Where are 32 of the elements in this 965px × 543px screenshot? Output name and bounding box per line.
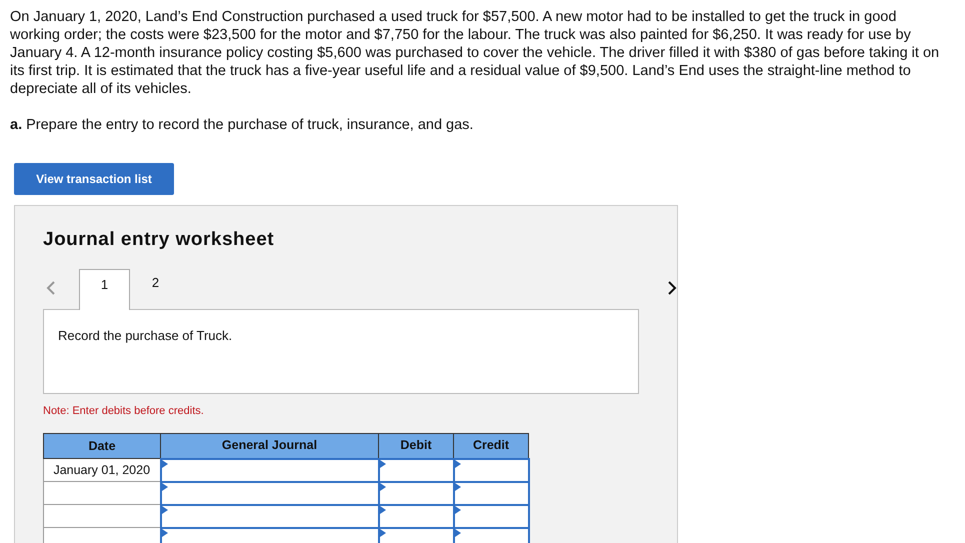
entry-field[interactable] [160,458,378,482]
step-tab[interactable]: 2 [130,268,181,308]
corner-marker-icon [162,460,168,468]
corner-marker-icon [162,506,168,514]
corner-marker-icon [454,482,460,490]
entry-field[interactable] [160,482,378,504]
corner-marker-icon [380,528,386,536]
chevron-right-icon[interactable] [668,280,677,294]
step-tab[interactable]: 1 [79,268,130,310]
corner-marker-icon [380,460,386,468]
column-header: Date [44,434,160,458]
entry-field[interactable] [378,458,454,482]
corner-marker-icon [454,506,460,514]
column-header: Credit [454,434,528,458]
instruction-text: Record the purchase of Truck. [58,328,232,342]
worksheet-title: Journal entry worksheet [43,228,276,252]
question-text: a. Prepare the entry to record the purchase of truck, insurance, and gas. [9,116,474,134]
column-header: Debit [378,434,454,458]
corner-marker-icon [162,482,168,490]
entry-field[interactable] [454,458,528,482]
corner-marker-icon [454,528,460,536]
chevron-left-icon[interactable] [46,280,55,294]
note-text: Note: Enter debits before credits. [43,404,205,418]
corner-marker-icon [454,460,460,468]
problem-paragraph: On January 1, 2020, Land’s End Construction purchased a used truck for $57,500. A new motor had to be installed to get the truck in good working order; the costs were $23,500 for the motor and $7,750 for the labour. The truck was also painted for $6,250. It was ready for use by January 4. A 12-month insurance policy costing $5,600 was purchased to cover the vehicle. The driver filled it with $380 of gas before taking it on its first trip. It is estimated that the truck has a five-year useful life and a residual value of $9,500. Land’s End uses the straight-line method to depreciate all of its vehicles. [9,8,940,98]
view-transaction-list-button[interactable]: View transaction list [14,163,174,195]
date-cell: January 01, 2020 [44,458,160,482]
column-header: General Journal [160,434,378,458]
corner-marker-icon [162,528,168,536]
corner-marker-icon [380,482,386,490]
entry-field[interactable] [160,504,378,528]
corner-marker-icon [380,506,386,514]
